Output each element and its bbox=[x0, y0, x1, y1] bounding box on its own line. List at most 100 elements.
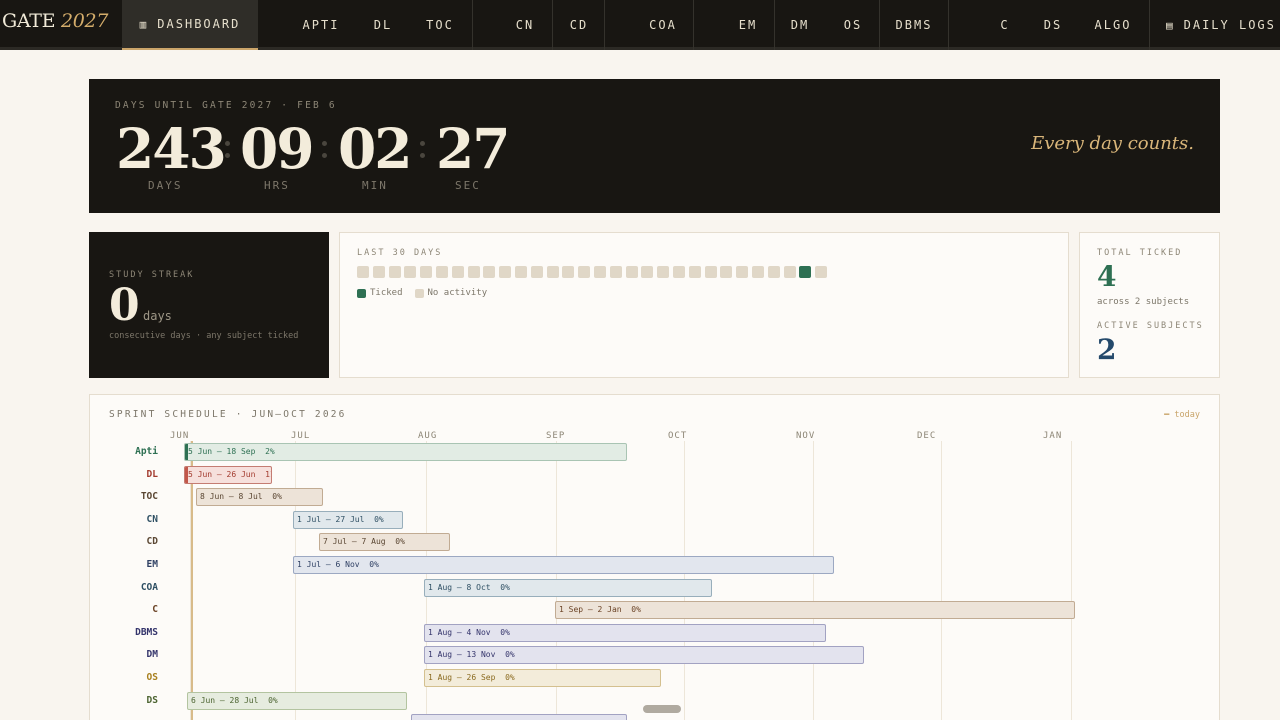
legend-swatch bbox=[357, 288, 366, 298]
streak-label: STUDY STREAK bbox=[109, 270, 195, 280]
countdown-days: 243 bbox=[116, 116, 227, 181]
sprint-bar-label: 5 Jun – 26 Jun 11% bbox=[188, 469, 272, 479]
tab-em[interactable]: EM bbox=[726, 0, 770, 50]
legend-label: No activity bbox=[427, 288, 488, 298]
month-gridline bbox=[941, 441, 942, 720]
tab-label: CD bbox=[569, 18, 589, 32]
sprint-bar[interactable]: 1 Jul – 27 Jul 0% bbox=[293, 510, 403, 529]
notebook-icon: ▤ bbox=[1166, 18, 1175, 32]
legend-swatch bbox=[414, 288, 424, 298]
nav-divider bbox=[948, 0, 949, 50]
tab-label: TOC bbox=[426, 18, 454, 32]
sprint-bar[interactable]: 1 Aug – 4 Nov 0% bbox=[424, 623, 826, 642]
sprint-bar[interactable]: 1 Aug – 8 Oct 0% bbox=[424, 578, 712, 597]
tab-label: CN bbox=[515, 18, 535, 32]
month-gridline bbox=[1071, 441, 1072, 720]
sprint-row-label: TOC bbox=[140, 491, 158, 503]
heatmap-day-cell bbox=[593, 266, 606, 278]
sprint-bar-label: 1 Sep – 2 Jan 0% bbox=[559, 605, 641, 615]
today-legend: ━ today bbox=[1164, 410, 1200, 420]
sprint-bar[interactable]: 5 Jun – 18 Sep 2% bbox=[184, 443, 627, 461]
tab-dbms[interactable]: DBMS bbox=[884, 0, 944, 50]
tab-label: DBMS bbox=[895, 18, 933, 32]
heatmap-day-cell bbox=[815, 266, 828, 278]
sprint-bar[interactable]: 1 Sep – 2 Jan 0% bbox=[555, 601, 1075, 620]
sprint-bar[interactable]: 7 Jul – 7 Aug 0% bbox=[319, 533, 450, 552]
heatmap-day-cell bbox=[609, 266, 622, 278]
streak-card: STUDY STREAK 0 days consecutive days · a… bbox=[89, 232, 329, 378]
heatmap-day-cell bbox=[657, 266, 670, 278]
heatmap-day-cell bbox=[720, 266, 733, 278]
tab-dashboard[interactable]: ▥ DASHBOARD bbox=[122, 0, 258, 50]
sprint-bar[interactable]: 8 Jun – 8 Jul 0% bbox=[196, 488, 323, 507]
heatmap-day-cell bbox=[499, 266, 512, 278]
countdown-days-unit: DAYS bbox=[148, 179, 183, 192]
tab-cn[interactable]: CN bbox=[503, 0, 547, 50]
sprint-bar[interactable]: 6 Jun – 28 Jul 0% bbox=[187, 691, 407, 710]
brand-logo[interactable]: GATE 2027 bbox=[2, 10, 108, 32]
sprint-row-label: C bbox=[152, 604, 158, 616]
month-label: SEP bbox=[546, 431, 566, 441]
sprint-bar-label: 1 Aug – 4 Nov 0% bbox=[428, 627, 510, 637]
sprint-bar[interactable] bbox=[411, 714, 627, 720]
tab-toc[interactable]: TOC bbox=[414, 0, 466, 50]
heatmap-cells bbox=[357, 266, 831, 278]
month-gridline bbox=[295, 441, 296, 720]
nav-divider bbox=[604, 0, 605, 50]
sprint-bar[interactable]: 1 Aug – 26 Sep 0% bbox=[424, 669, 661, 687]
legend-item-no-activity: No activity bbox=[414, 288, 488, 298]
legend-label: Ticked bbox=[370, 288, 403, 298]
tab-os[interactable]: OS bbox=[831, 0, 875, 50]
activity-heatmap-card: LAST 30 DAYS Ticked No activity bbox=[339, 232, 1069, 378]
heatmap-day-cell bbox=[704, 266, 717, 278]
sprint-bar-label: 6 Jun – 28 Jul 0% bbox=[191, 695, 278, 705]
sprint-bar[interactable]: 1 Aug – 13 Nov 0% bbox=[424, 646, 864, 665]
tab-c[interactable]: C bbox=[988, 0, 1022, 50]
heatmap-day-cell bbox=[625, 266, 638, 278]
month-label: AUG bbox=[418, 431, 438, 441]
nav-divider bbox=[1149, 0, 1150, 50]
streak-note: consecutive days · any subject ticked bbox=[109, 331, 299, 341]
month-label: JUN bbox=[170, 431, 190, 441]
tab-apti[interactable]: APTI bbox=[290, 0, 352, 50]
total-ticked-note: across 2 subjects bbox=[1097, 297, 1190, 307]
heatmap-day-cell bbox=[546, 266, 559, 278]
heatmap-day-cell bbox=[483, 266, 496, 278]
tab-coa[interactable]: COA bbox=[636, 0, 690, 50]
month-gridline bbox=[813, 441, 814, 720]
brand-name: GATE bbox=[2, 10, 56, 32]
heatmap-day-cell bbox=[641, 266, 654, 278]
tab-label: C bbox=[1000, 18, 1010, 32]
heatmap-day-cell bbox=[435, 266, 448, 278]
tab-daily-logs[interactable]: ▤ DAILY LOGS bbox=[1154, 0, 1280, 50]
total-ticked-label: TOTAL TICKED bbox=[1097, 248, 1183, 258]
active-subjects-value: 2 bbox=[1097, 333, 1117, 366]
nav-divider bbox=[693, 0, 694, 50]
nav-divider bbox=[472, 0, 473, 50]
tab-cd[interactable]: CD bbox=[557, 0, 601, 50]
tab-algo[interactable]: ALGO bbox=[1084, 0, 1142, 50]
heatmap-day-cell bbox=[357, 266, 369, 278]
sprint-row-label: OS bbox=[146, 672, 158, 683]
month-label: JAN bbox=[1043, 431, 1063, 441]
sprint-bar[interactable]: 5 Jun – 26 Jun 11% bbox=[184, 465, 272, 484]
tab-label: APTI bbox=[302, 18, 340, 32]
sprint-bar-label: 1 Jul – 6 Nov 0% bbox=[297, 560, 379, 569]
heatmap-label: LAST 30 DAYS bbox=[357, 248, 443, 258]
nav-divider bbox=[552, 0, 553, 50]
tab-dm[interactable]: DM bbox=[778, 0, 822, 50]
horizontal-scrollbar-thumb[interactable] bbox=[643, 705, 681, 713]
heatmap-day-cell bbox=[751, 266, 764, 278]
top-nav: GATE 2027 ▥ DASHBOARD APTI DL TOC CN CD C… bbox=[0, 0, 1280, 50]
tab-dl[interactable]: DL bbox=[363, 0, 403, 50]
sprint-row-label: DS bbox=[146, 694, 158, 706]
tab-ds[interactable]: DS bbox=[1032, 0, 1074, 50]
month-label: DEC bbox=[917, 431, 937, 441]
bar-chart-icon: ▥ bbox=[139, 17, 149, 31]
sprint-row-label: CN bbox=[146, 513, 158, 525]
sprint-row-label: CD bbox=[146, 536, 158, 548]
sprint-row-label: COA bbox=[140, 581, 158, 593]
sprint-bar-label: 8 Jun – 8 Jul 0% bbox=[200, 492, 282, 502]
sprint-bar[interactable]: 1 Jul – 6 Nov 0% bbox=[293, 556, 834, 574]
sprint-title: SPRINT SCHEDULE · JUN–OCT 2026 bbox=[109, 409, 347, 420]
